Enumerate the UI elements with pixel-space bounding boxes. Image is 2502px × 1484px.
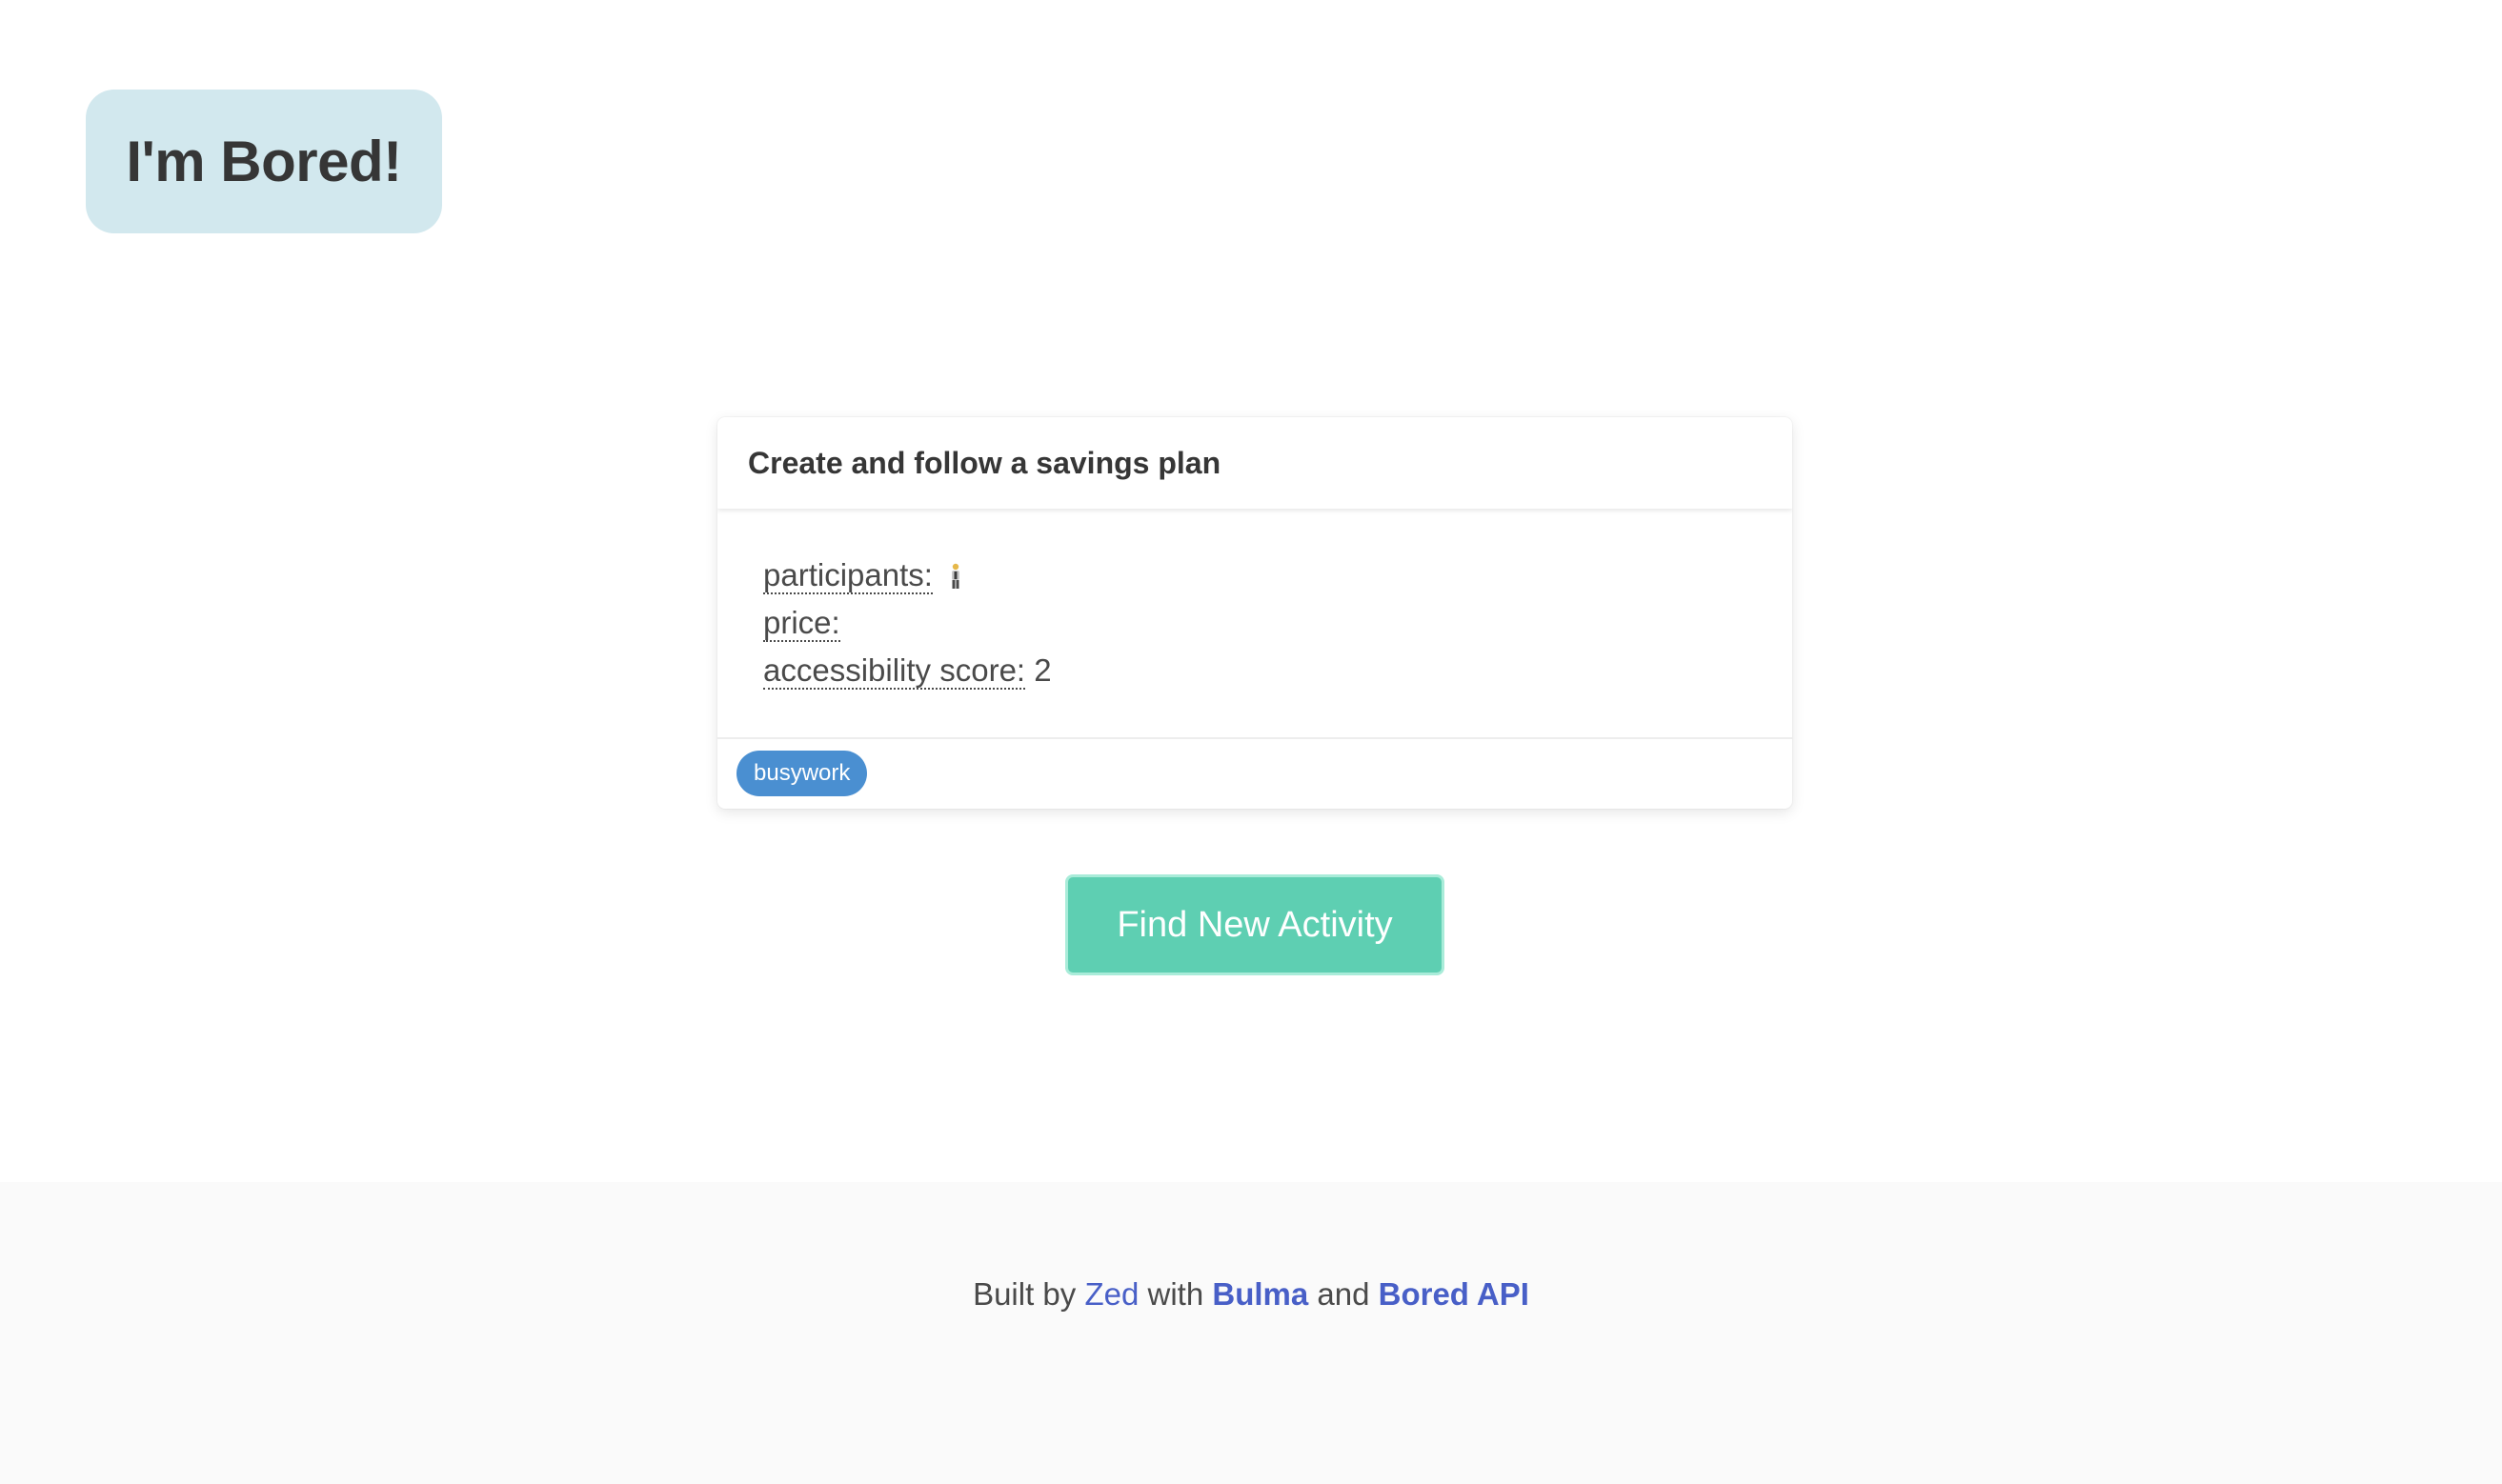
activity-card-header: Create and follow a savings plan [717, 417, 1792, 509]
footer-and: and [1317, 1276, 1370, 1312]
accessibility-value: 2 [1034, 652, 1052, 688]
participants-label: participants: [763, 557, 933, 594]
bored-api-link[interactable]: Bored API [1379, 1276, 1529, 1312]
price-label: price: [763, 605, 840, 642]
find-new-activity-button[interactable]: Find New Activity [1065, 874, 1444, 975]
activity-card: Create and follow a savings plan partici… [717, 417, 1792, 809]
activity-title: Create and follow a savings plan [748, 445, 1221, 480]
bulma-link[interactable]: Bulma [1212, 1276, 1308, 1312]
footer-built-by: Built by [973, 1276, 1077, 1312]
accessibility-label: accessibility score: [763, 652, 1026, 690]
price-row: price: [763, 599, 1792, 647]
page-title: I'm Bored! [126, 130, 402, 193]
page: I'm Bored! Create and follow a savings p… [0, 0, 2502, 1484]
accessibility-row: accessibility score: 2 [763, 647, 1792, 694]
footer-credits: Built by Zed with Bulma and Bored API [0, 1276, 2502, 1313]
footer: Built by Zed with Bulma and Bored API [0, 1182, 2502, 1484]
activity-card-footer: busywork [717, 739, 1792, 807]
hero-badge: I'm Bored! [86, 90, 442, 233]
activity-details: participants: price: accessibility score… [717, 509, 1792, 739]
author-link[interactable]: Zed [1084, 1276, 1139, 1312]
activity-type-tag: busywork [736, 750, 868, 796]
footer-with: with [1147, 1276, 1204, 1312]
person-icon [952, 563, 960, 589]
participants-row: participants: [763, 551, 1792, 599]
